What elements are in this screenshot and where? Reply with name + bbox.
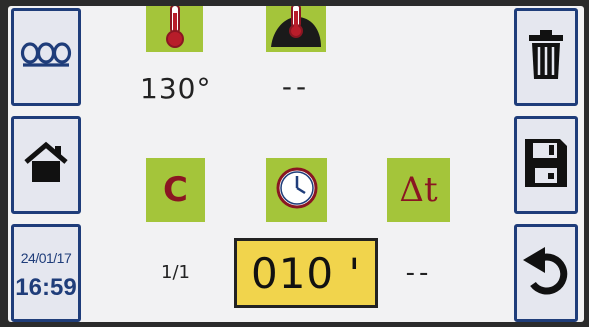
temperature-value: 130° [140, 72, 212, 105]
right-sidebar [514, 6, 584, 322]
heating-element-button[interactable] [11, 8, 81, 106]
timer-tile[interactable] [266, 158, 327, 222]
cycle-value: 1/1 [161, 262, 190, 283]
time-label: 16:59 [15, 274, 77, 301]
home-button[interactable] [11, 116, 81, 214]
oven-control-screen: 24/01/17 16:59 130° -- C 1/1 010 ' Δt -- [8, 6, 584, 322]
date-label: 24/01/17 [20, 250, 72, 266]
delta-t-value: -- [405, 258, 433, 288]
undo-arrow-icon [521, 246, 571, 300]
trash-icon [527, 29, 565, 85]
delete-button[interactable] [514, 8, 578, 106]
thermometer-icon [161, 6, 189, 53]
delta-t-tile[interactable]: Δt [387, 158, 450, 222]
back-button[interactable] [514, 224, 578, 322]
timer-value: 010 ' [250, 248, 362, 298]
date-time-button[interactable]: 24/01/17 16:59 [11, 224, 81, 322]
heating-coil-icon [20, 38, 72, 76]
clock-icon [275, 166, 319, 214]
probe-tile[interactable] [266, 6, 326, 52]
delta-t-label: Δt [399, 170, 438, 210]
floppy-disk-icon [524, 138, 568, 192]
temperature-tile[interactable] [146, 6, 203, 52]
probe-icon [269, 6, 323, 53]
left-sidebar: 24/01/17 16:59 [8, 6, 84, 322]
cycle-tile[interactable]: C [146, 158, 205, 222]
probe-value: -- [281, 70, 311, 103]
save-button[interactable] [514, 116, 578, 214]
home-icon [23, 140, 69, 190]
cycle-label: C [163, 170, 188, 210]
timer-value-field[interactable]: 010 ' [234, 238, 378, 308]
